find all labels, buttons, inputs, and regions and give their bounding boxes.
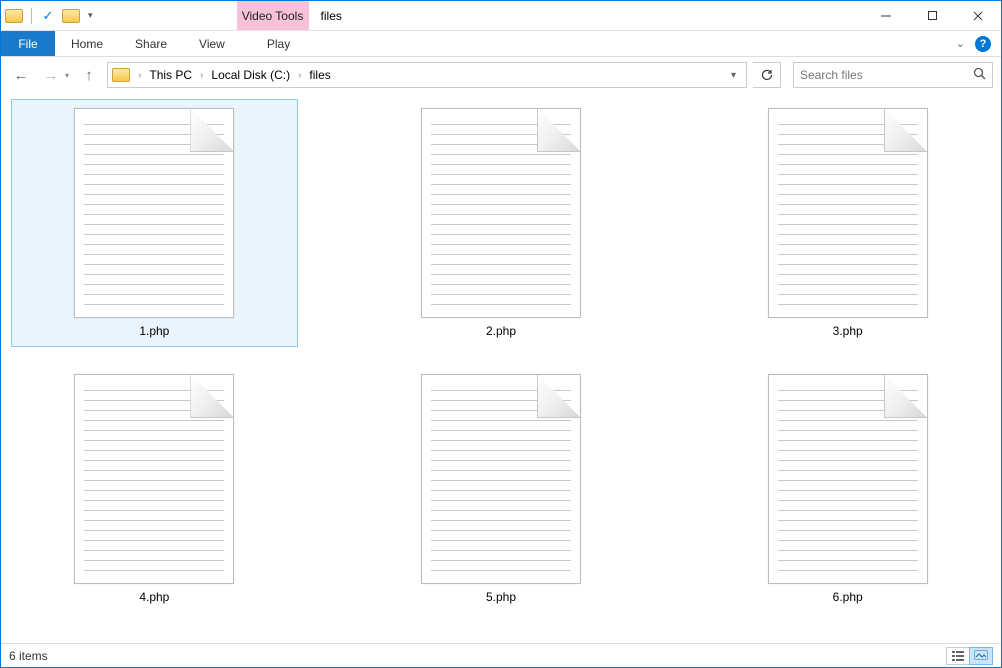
ribbon-tabs: File Home Share View Play ⌄ ?: [1, 31, 1001, 57]
status-item-count: 6 items: [9, 649, 48, 663]
nav-history-caret-icon[interactable]: ▾: [65, 71, 69, 80]
qat-new-folder-icon[interactable]: [62, 9, 80, 23]
navigation-row: ← → ▾ ↑ › This PC › Local Disk (C:) › fi…: [1, 57, 1001, 93]
document-icon: [421, 108, 581, 318]
ribbon-controls: ⌄ ?: [956, 31, 1001, 56]
search-input[interactable]: Search files: [793, 62, 993, 88]
nav-up-button[interactable]: ↑: [77, 63, 101, 87]
file-name-label: 6.php: [833, 590, 863, 604]
document-icon: [74, 108, 234, 318]
window-controls: [863, 1, 1001, 30]
file-item[interactable]: 1.php: [11, 99, 298, 347]
tab-view[interactable]: View: [183, 31, 241, 56]
file-item[interactable]: 4.php: [11, 365, 298, 613]
tab-share[interactable]: Share: [119, 31, 183, 56]
document-icon: [768, 108, 928, 318]
tab-play[interactable]: Play: [251, 31, 306, 56]
status-bar: 6 items: [1, 643, 1001, 667]
breadcrumb-local-disk[interactable]: Local Disk (C:): [207, 68, 294, 82]
tab-home[interactable]: Home: [55, 31, 119, 56]
document-icon: [768, 374, 928, 584]
contextual-tab-video-tools[interactable]: Video Tools: [237, 1, 309, 30]
document-icon: [421, 374, 581, 584]
help-icon[interactable]: ?: [975, 36, 991, 52]
nav-back-button[interactable]: ←: [9, 63, 33, 87]
address-folder-icon: [112, 68, 130, 82]
nav-forward-button[interactable]: →: [39, 63, 63, 87]
maximize-button[interactable]: [909, 1, 955, 30]
file-item[interactable]: 6.php: [704, 365, 991, 613]
file-name-label: 4.php: [139, 590, 169, 604]
qat-properties-icon[interactable]: ✓: [40, 8, 56, 24]
address-bar[interactable]: › This PC › Local Disk (C:) › files ▾: [107, 62, 747, 88]
ribbon-collapse-icon[interactable]: ⌄: [956, 37, 965, 50]
chevron-right-icon[interactable]: ›: [136, 70, 143, 81]
breadcrumb-this-pc[interactable]: This PC: [145, 68, 196, 82]
view-details-button[interactable]: [946, 647, 970, 665]
window-title: files: [309, 1, 342, 30]
chevron-right-icon[interactable]: ›: [198, 70, 205, 81]
qat-customize-caret-icon[interactable]: ▾: [88, 10, 93, 21]
file-item[interactable]: 2.php: [358, 99, 645, 347]
file-name-label: 5.php: [486, 590, 516, 604]
file-name-label: 3.php: [833, 324, 863, 338]
minimize-button[interactable]: [863, 1, 909, 30]
breadcrumb-files[interactable]: files: [305, 68, 334, 82]
file-item[interactable]: 5.php: [358, 365, 645, 613]
address-dropdown-icon[interactable]: ▾: [725, 70, 742, 81]
search-placeholder: Search files: [800, 68, 973, 82]
refresh-button[interactable]: [753, 62, 781, 88]
file-name-label: 1.php: [139, 324, 169, 338]
qat-app-icon[interactable]: [5, 9, 23, 23]
view-large-icons-button[interactable]: [969, 647, 993, 665]
tab-file[interactable]: File: [1, 31, 55, 56]
file-item[interactable]: 3.php: [704, 99, 991, 347]
close-button[interactable]: [955, 1, 1001, 30]
document-icon: [74, 374, 234, 584]
file-name-label: 2.php: [486, 324, 516, 338]
search-icon[interactable]: [973, 67, 986, 83]
file-pane[interactable]: 1.php 2.php 3.php 4.php 5.php 6.php: [1, 93, 1001, 643]
view-toggle: [947, 647, 993, 665]
chevron-right-icon[interactable]: ›: [296, 70, 303, 81]
qat-separator: [31, 8, 32, 24]
title-bar: ✓ ▾ Video Tools files: [1, 1, 1001, 31]
quick-access-toolbar: ✓ ▾: [1, 1, 97, 30]
